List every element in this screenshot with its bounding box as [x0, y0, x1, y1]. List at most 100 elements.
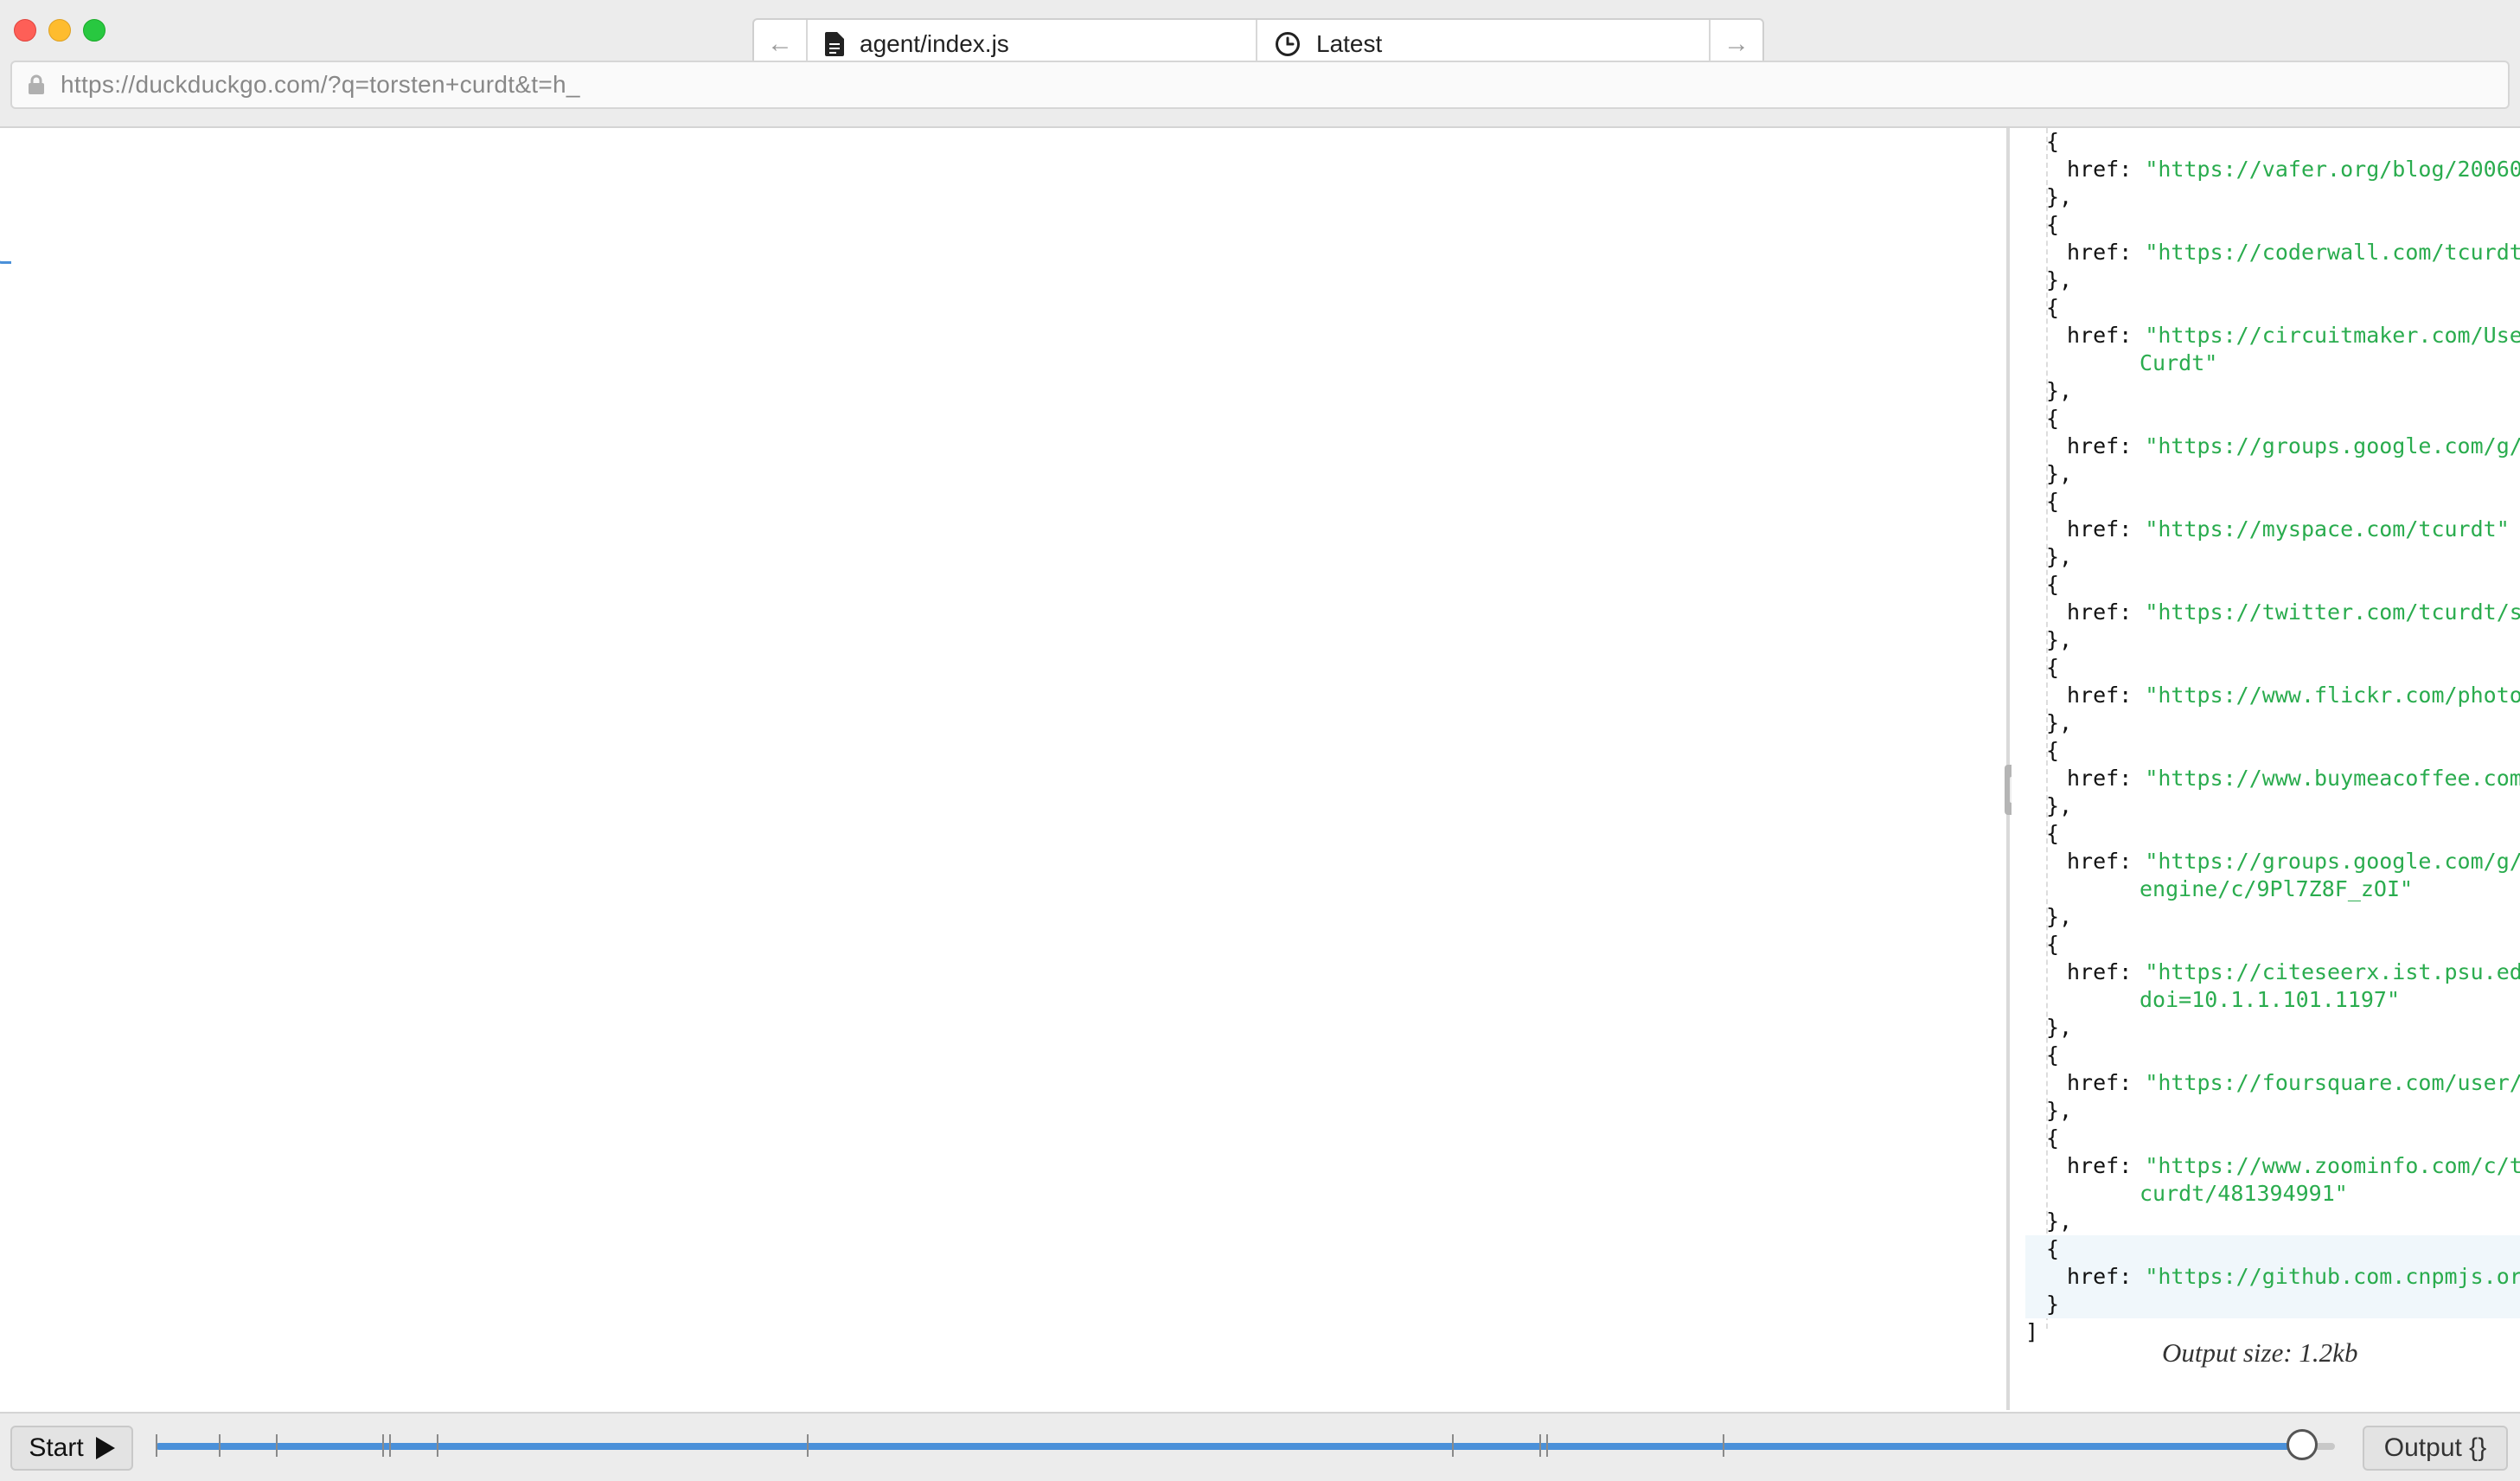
output-item: {href: "https://coderwall.com/tcurdt"},	[2025, 211, 2520, 294]
href-continuation: engine/c/9Pl7Z8F_zOI"	[2025, 875, 2520, 903]
brace-close: },	[2046, 378, 2073, 403]
href-key: href:	[2067, 849, 2133, 874]
brace-open: {	[2046, 1236, 2060, 1261]
slider-thumb[interactable]	[2287, 1429, 2319, 1460]
address-bar[interactable]: https://duckduckgo.com/?q=torsten+curdt&…	[10, 61, 2510, 109]
href-line: href: "https://foursquare.com/user/58	[2025, 1069, 2520, 1097]
start-label: Start	[29, 1433, 84, 1462]
href-value: "https://groups.google.com/g/bo	[2145, 433, 2520, 458]
arrow-left-icon: ←	[767, 29, 793, 58]
href-value: "https://myspace.com/tcurdt"	[2145, 516, 2510, 542]
brace-open: {	[2046, 821, 2060, 846]
href-continuation: doi=10.1.1.101.1197"	[2025, 986, 2520, 1014]
href-continuation: Curdt"	[2025, 349, 2520, 377]
brace-open: {	[2046, 738, 2060, 763]
href-value: "https://www.buymeacoffee.com/t	[2145, 766, 2520, 791]
href-line: href: "https://circuitmaker.com/User/	[2025, 322, 2520, 349]
href-key: href:	[2067, 157, 2133, 182]
output-item: { href: "https://www.flickr.com/photos/},	[2025, 654, 2520, 737]
href-value-cont: Curdt"	[2139, 350, 2218, 375]
brace-close: },	[2046, 627, 2073, 652]
maximize-window-button[interactable]	[83, 19, 106, 42]
lock-icon	[12, 74, 61, 95]
brace-open: {	[2046, 212, 2060, 237]
href-key: href:	[2067, 323, 2133, 348]
title-bar: ← agent/index.js Latest → https://duckdu…	[0, 0, 2520, 128]
href-line: href: "https://vafer.org/blog/2006090	[2025, 156, 2520, 183]
brace-close: },	[2046, 904, 2073, 929]
json-output: {href: "https://vafer.org/blog/2006090},…	[2025, 128, 2520, 1346]
output-item: {href: "https://foursquare.com/user/58},	[2025, 1042, 2520, 1125]
href-key: href:	[2067, 1070, 2133, 1095]
href-line: href: "https://www.zoominfo.com/c/tor	[2025, 1152, 2520, 1180]
brace-open: {	[2046, 1042, 2060, 1067]
href-value-cont: doi=10.1.1.101.1197"	[2139, 987, 2401, 1012]
output-item: {href: "https://groups.google.com/g/bo},	[2025, 405, 2520, 488]
href-value: "https://www.flickr.com/photos/	[2145, 683, 2520, 708]
document-icon	[825, 32, 844, 56]
href-key: href:	[2067, 240, 2133, 265]
minimize-window-button[interactable]	[48, 19, 71, 42]
array-close-bracket: ]	[2025, 1319, 2039, 1344]
output-toggle-button[interactable]: Output {}	[2363, 1426, 2508, 1471]
timeline-tick	[807, 1434, 809, 1457]
timeline-tick	[156, 1434, 157, 1457]
output-item: {href: "https://www.zoominfo.com/c/tor cu…	[2025, 1125, 2520, 1235]
output-item: {href: "https://groups.google.com/g/up en…	[2025, 820, 2520, 931]
href-key: href:	[2067, 599, 2133, 625]
href-value-cont: engine/c/9Pl7Z8F_zOI"	[2139, 876, 2414, 901]
browser-viewport[interactable]	[0, 128, 2005, 1410]
timeline-tick	[1539, 1434, 1542, 1457]
brace-close: },	[2046, 461, 2073, 486]
start-button[interactable]: Start	[10, 1426, 133, 1471]
href-line: href: "https://github.com.cnpmjs.org/	[2025, 1263, 2520, 1291]
href-line: href: "https://citeseerx.ist.psu.edu/	[2025, 958, 2520, 986]
output-item: {href: "https://github.com.cnpmjs.org/}	[2025, 1235, 2520, 1318]
brace-close: },	[2046, 710, 2073, 735]
href-key: href:	[2067, 1153, 2133, 1178]
href-key: href:	[2067, 1264, 2133, 1289]
timeline-tick	[388, 1434, 391, 1457]
href-key: href:	[2067, 683, 2133, 708]
brace-close: },	[2046, 184, 2073, 209]
output-item: {href: "https://circuitmaker.com/User/Cu…	[2025, 294, 2520, 405]
brace-open: {	[2046, 295, 2060, 320]
timeline-tick	[1545, 1434, 1548, 1457]
href-continuation: curdt/481394991"	[2025, 1180, 2520, 1208]
output-panel[interactable]: {href: "https://vafer.org/blog/2006090},…	[2012, 128, 2520, 1410]
href-value: "https://groups.google.com/g/up	[2145, 849, 2520, 874]
href-line: href: "https://www.buymeacoffee.com/t	[2025, 765, 2520, 792]
brace-close: }	[2046, 1292, 2060, 1317]
href-value: "https://foursquare.com/user/58	[2145, 1070, 2520, 1095]
file-label: agent/index.js	[860, 30, 1009, 57]
brace-close: },	[2046, 1015, 2073, 1040]
output-item: {href: "https://twitter.com/tcurdt/sta},	[2025, 571, 2520, 654]
brace-close: },	[2046, 1098, 2073, 1123]
close-window-button[interactable]	[14, 19, 36, 42]
loading-indicator-icon	[0, 247, 11, 264]
href-value: "https://www.zoominfo.com/c/tor	[2145, 1153, 2520, 1178]
brace-open: {	[2046, 406, 2060, 431]
timeline-tick	[382, 1434, 385, 1457]
timeline-tick	[1722, 1434, 1724, 1457]
href-line: href: "https://groups.google.com/g/up	[2025, 848, 2520, 875]
brace-close: },	[2046, 1209, 2073, 1234]
href-line: href: "https://coderwall.com/tcurdt"	[2025, 239, 2520, 266]
timeline-slider[interactable]	[156, 1429, 2335, 1460]
clock-icon	[1276, 32, 1300, 56]
output-size-label: Output size: 1.2kb	[2162, 1337, 2358, 1368]
brace-open: {	[2046, 129, 2060, 154]
href-key: href:	[2067, 959, 2133, 984]
version-label: Latest	[1316, 30, 1383, 57]
href-key: href:	[2067, 516, 2133, 542]
brace-open: {	[2046, 655, 2060, 680]
output-item: {href: "https://citeseerx.ist.psu.edu/do…	[2025, 931, 2520, 1042]
url-text: https://duckduckgo.com/?q=torsten+curdt&…	[61, 71, 580, 98]
href-value: "https://circuitmaker.com/User/	[2145, 323, 2520, 348]
play-icon	[95, 1437, 115, 1459]
href-value: "https://github.com.cnpmjs.org/	[2145, 1264, 2520, 1289]
output-label: Output {}	[2383, 1433, 2487, 1462]
href-value: "https://citeseerx.ist.psu.edu/	[2145, 959, 2520, 984]
brace-close: },	[2046, 793, 2073, 818]
slider-progress	[156, 1443, 2303, 1450]
